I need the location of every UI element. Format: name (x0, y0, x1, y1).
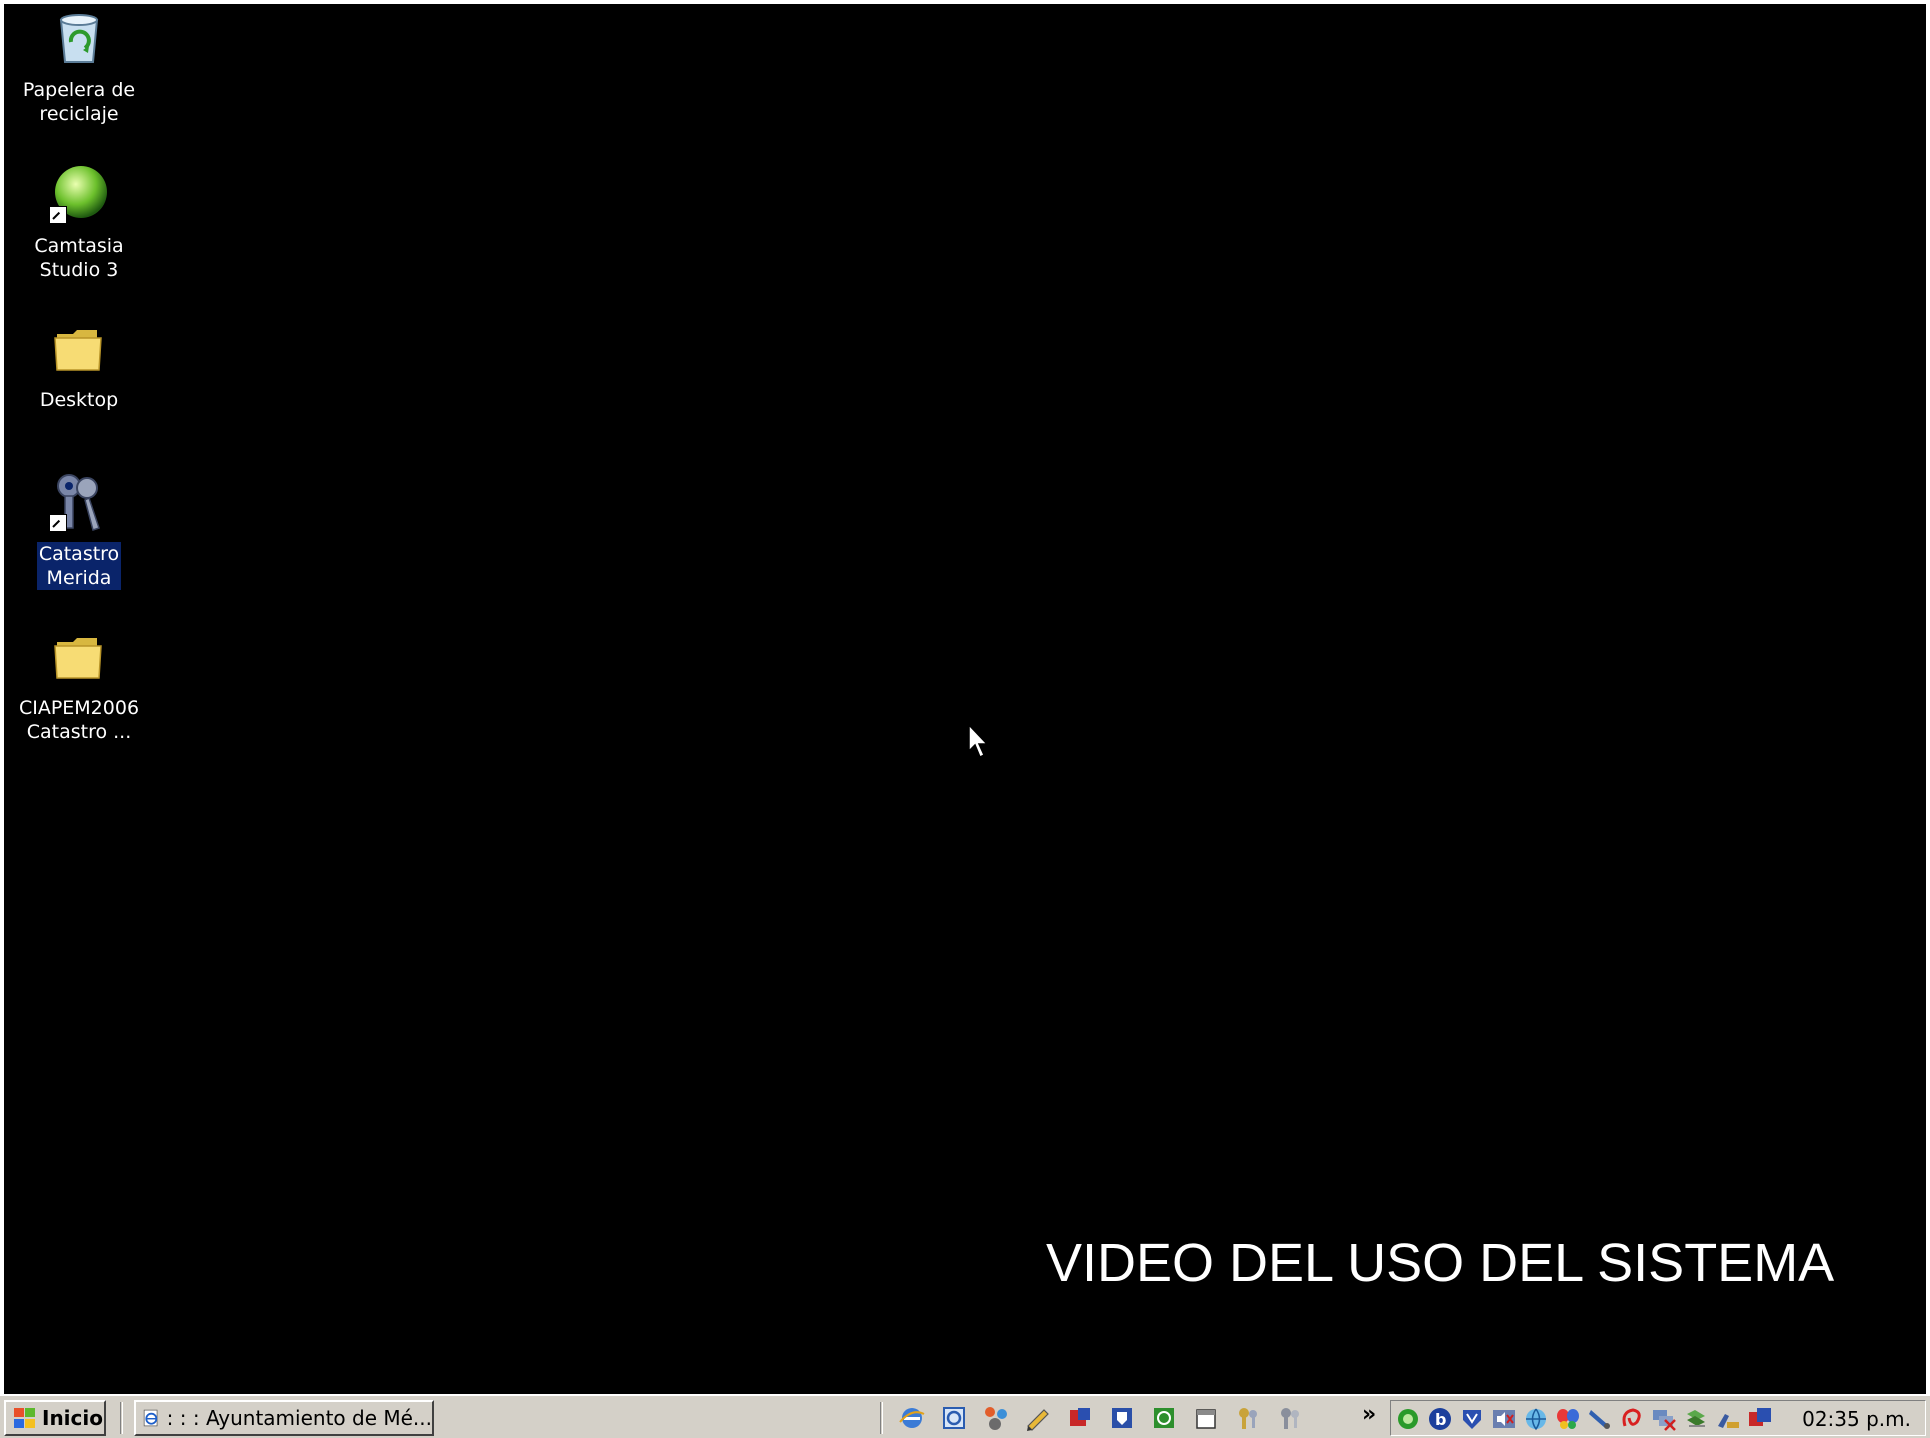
desktop-icon-recycle-bin[interactable]: Papelera de reciclaje (14, 6, 144, 126)
butterfly-icon[interactable] (1555, 1406, 1581, 1432)
camtasia-icon (47, 162, 111, 226)
svg-text:b: b (1435, 1410, 1446, 1429)
taskbar-separator (120, 1402, 123, 1434)
keys-gray-icon[interactable] (1276, 1404, 1304, 1432)
taskbar-button-ayuntamiento[interactable]: : : : Ayuntamiento de Mé... (134, 1400, 434, 1436)
system-tray: b 02:35 p.m. (1390, 1400, 1926, 1436)
b-icon[interactable]: b (1427, 1406, 1453, 1432)
desktop[interactable]: Papelera dereciclaje CamtasiaStudio 3 (4, 4, 1926, 1394)
network-error-icon[interactable] (1651, 1406, 1677, 1432)
printer-icon[interactable] (1715, 1406, 1741, 1432)
recycle-bin-icon (47, 6, 111, 70)
shield-icon[interactable] (1108, 1404, 1136, 1432)
desktop-icon-camtasia[interactable]: Camtasia Studio 3 (14, 162, 144, 282)
chevron-icon[interactable]: » (1362, 1402, 1376, 1427)
ie-icon[interactable] (898, 1404, 926, 1432)
shortcut-arrow-icon (49, 206, 67, 224)
red-swirl-icon[interactable] (1619, 1406, 1645, 1432)
taskbar: Inicio : : : Ayuntamiento de Mé... » b 0… (0, 1394, 1930, 1438)
volume-muted-icon[interactable] (1491, 1406, 1517, 1432)
camtasia-label: Camtasia Studio 3 (34, 235, 124, 281)
catastro-merida-label: Catastro Merida (36, 542, 122, 590)
start-label: Inicio (42, 1406, 103, 1430)
desktop-icon-desktop-folder[interactable]: Desktop (14, 316, 144, 412)
keys-icon[interactable] (1234, 1404, 1262, 1432)
ie-page-icon (143, 1409, 158, 1427)
mcafee-icon[interactable] (1459, 1406, 1485, 1432)
start-button[interactable]: Inicio (4, 1400, 106, 1436)
task-label: : : : Ayuntamiento de Mé... (166, 1406, 432, 1430)
app-red-icon[interactable] (1066, 1404, 1094, 1432)
app-blue-icon[interactable] (1747, 1406, 1773, 1432)
ciapem-folder-label: CIAPEM2006 Catastro ... (18, 697, 140, 743)
recycle-tray-icon[interactable] (1683, 1406, 1709, 1432)
taskbar-separator (880, 1402, 883, 1434)
windows-logo-icon (12, 1407, 36, 1429)
pen-icon[interactable] (1587, 1406, 1613, 1432)
calendar-icon[interactable] (1192, 1404, 1220, 1432)
outlook-express-icon[interactable] (940, 1404, 968, 1432)
mouse-pointer-icon (968, 723, 992, 764)
pencil-icon[interactable] (1024, 1404, 1052, 1432)
green-circle-icon[interactable] (1395, 1406, 1421, 1432)
network-globe-icon[interactable] (1523, 1406, 1549, 1432)
folder-icon (47, 316, 111, 380)
system-clock[interactable]: 02:35 p.m. (1802, 1407, 1911, 1431)
recycle-bin-label: Papelera de reciclaje (22, 79, 136, 125)
shortcut-arrow-icon (49, 514, 67, 532)
video-overlay-title: VIDEO DEL USO DEL SISTEMA (1046, 1233, 1835, 1293)
keys-icon (47, 470, 111, 534)
desktop-icon-ciapem-folder[interactable]: CIAPEM2006 Catastro ... (14, 624, 144, 744)
green-clock-icon[interactable] (1150, 1404, 1178, 1432)
desktop-icon-catastro-merida[interactable]: Catastro Merida (14, 470, 144, 590)
desktop-folder-label: Desktop (39, 389, 119, 411)
folder-icon (47, 624, 111, 688)
network-icon[interactable] (982, 1404, 1010, 1432)
